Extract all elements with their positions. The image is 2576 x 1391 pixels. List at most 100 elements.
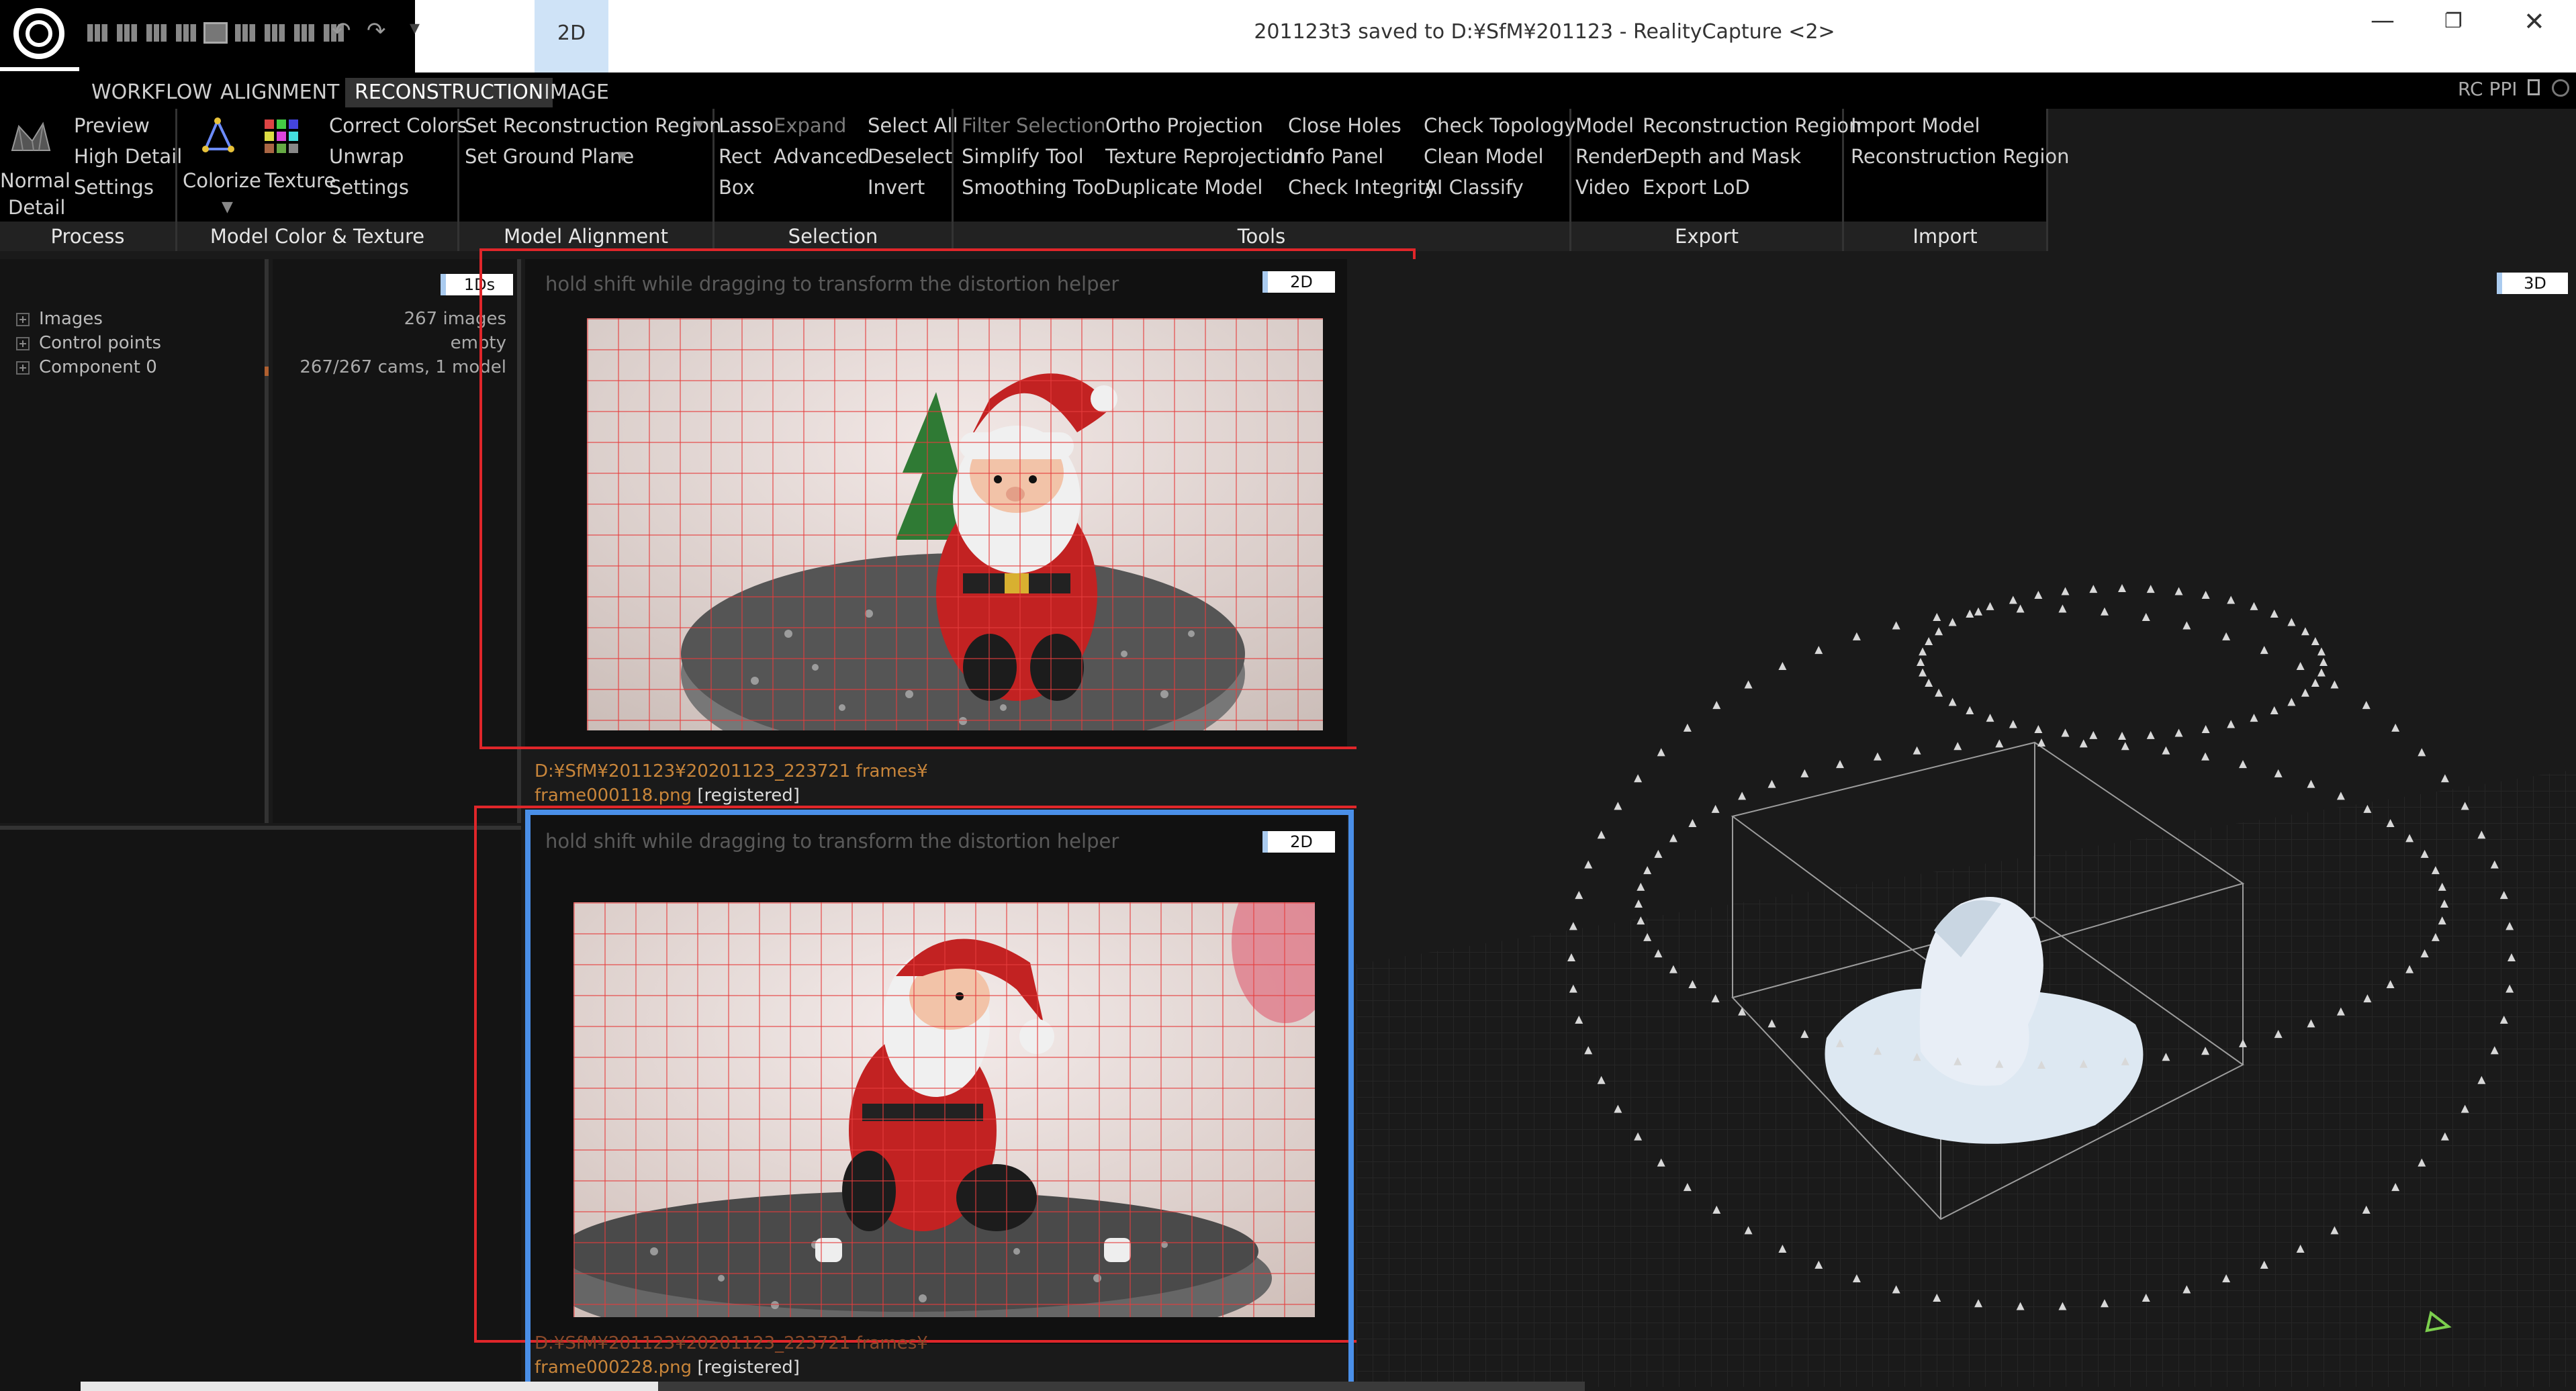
- camera-marker-icon[interactable]: [2182, 621, 2191, 630]
- camera-marker-icon[interactable]: [1935, 627, 1943, 636]
- camera-marker-icon[interactable]: [1657, 748, 1665, 757]
- colorize-button[interactable]: Colorize: [183, 169, 261, 192]
- texture-settings-button[interactable]: Settings: [329, 176, 409, 199]
- texture-reprojection-button[interactable]: Texture Reprojection: [1105, 145, 1305, 168]
- close-button[interactable]: ✕: [2524, 7, 2545, 36]
- camera-marker-icon[interactable]: [1688, 819, 1697, 827]
- camera-marker-icon[interactable]: [2270, 609, 2279, 618]
- camera-marker-icon[interactable]: [1986, 602, 1994, 610]
- tab-reconstruction[interactable]: RECONSTRUCTION: [345, 78, 553, 107]
- camera-marker-icon[interactable]: [1913, 746, 1921, 755]
- camera-marker-icon[interactable]: [2250, 714, 2258, 722]
- filter-selection-button[interactable]: Filter Selection: [962, 114, 1106, 137]
- normal-label[interactable]: Normal: [0, 169, 71, 192]
- layout-6-icon[interactable]: [235, 24, 255, 42]
- camera-marker-icon[interactable]: [1852, 632, 1861, 640]
- camera-marker-icon[interactable]: [1995, 739, 2004, 748]
- camera-marker-icon[interactable]: [2307, 779, 2315, 788]
- camera-marker-icon[interactable]: [1925, 678, 1933, 687]
- viewer-2d-top[interactable]: hold shift while dragging to transform t…: [479, 248, 1416, 749]
- export-lod-button[interactable]: Export LoD: [1643, 176, 1750, 199]
- expand-icon[interactable]: [16, 336, 30, 350]
- camera-marker-icon[interactable]: [2121, 742, 2129, 751]
- camera-marker-icon[interactable]: [1614, 802, 1622, 810]
- image-filename[interactable]: frame000118.png: [535, 785, 692, 806]
- camera-marker-icon[interactable]: [2227, 595, 2236, 604]
- camera-marker-icon[interactable]: [1925, 637, 1933, 646]
- duplicate-model-button[interactable]: Duplicate Model: [1105, 176, 1262, 199]
- camera-marker-icon[interactable]: [2146, 585, 2155, 593]
- camera-marker-icon[interactable]: [1575, 891, 1583, 900]
- texture-icon[interactable]: [262, 117, 302, 154]
- camera-marker-icon[interactable]: [2330, 680, 2339, 689]
- camera-marker-icon[interactable]: [2317, 668, 2326, 677]
- camera-marker-icon[interactable]: [1873, 752, 1882, 761]
- layout-2-icon[interactable]: [117, 24, 137, 42]
- camera-marker-icon[interactable]: [2270, 706, 2279, 715]
- camera-marker-icon[interactable]: [2391, 723, 2400, 732]
- box-button[interactable]: Box: [719, 176, 755, 199]
- camera-marker-icon[interactable]: [1767, 779, 1776, 788]
- camera-marker-icon[interactable]: [2037, 738, 2045, 747]
- ortho-projection-button[interactable]: Ortho Projection: [1105, 114, 1263, 137]
- camera-marker-icon[interactable]: [1744, 680, 1753, 689]
- dropdown-arrow-icon[interactable]: ▼: [694, 118, 704, 132]
- camera-marker-icon[interactable]: [1933, 613, 1941, 622]
- camera-marker-icon[interactable]: [2260, 646, 2268, 655]
- viewer-2d-bottom[interactable]: hold shift while dragging to transform t…: [474, 806, 1408, 1391]
- rc-ppi-label[interactable]: RC PPI: [2458, 78, 2518, 100]
- camera-marker-icon[interactable]: [1953, 742, 1962, 751]
- camera-marker-icon[interactable]: [2174, 587, 2183, 595]
- quick-access-menu-icon[interactable]: ▾: [410, 16, 420, 40]
- process-settings-button[interactable]: Settings: [74, 176, 154, 199]
- camera-marker-icon[interactable]: [2274, 769, 2283, 777]
- view-3d-badge[interactable]: 3D: [2497, 273, 2568, 294]
- camera-marker-icon[interactable]: [1800, 769, 1809, 777]
- layout-7-icon[interactable]: [265, 24, 285, 42]
- camera-marker-icon[interactable]: [2016, 604, 2025, 613]
- tree-item-component[interactable]: Component 0: [16, 357, 157, 377]
- rect-button[interactable]: Rect: [719, 145, 762, 168]
- import-reconstruction-region-button[interactable]: Reconstruction Region: [1851, 145, 2070, 168]
- camera-marker-icon[interactable]: [2301, 627, 2309, 636]
- splitter-marker[interactable]: [265, 367, 269, 376]
- tab-workflow[interactable]: WORKFLOW: [82, 78, 222, 107]
- simplify-tool-button[interactable]: Simplify Tool: [962, 145, 1084, 168]
- camera-marker-icon[interactable]: [2201, 590, 2210, 599]
- camera-marker-icon[interactable]: [1917, 658, 1925, 666]
- camera-marker-icon[interactable]: [1836, 760, 1844, 769]
- camera-marker-icon[interactable]: [2296, 662, 2305, 671]
- camera-marker-icon[interactable]: [2058, 604, 2067, 613]
- advanced-button[interactable]: Advanced: [774, 145, 870, 168]
- camera-marker-icon[interactable]: [2418, 748, 2426, 757]
- camera-marker-icon[interactable]: [2142, 613, 2150, 622]
- set-reconstruction-region-button[interactable]: Set Reconstruction Region: [465, 114, 721, 137]
- camera-marker-icon[interactable]: [2061, 587, 2070, 595]
- camera-marker-icon[interactable]: [2089, 585, 2098, 593]
- camera-marker-icon[interactable]: [2089, 730, 2098, 739]
- camera-marker-icon[interactable]: [1948, 698, 1957, 706]
- camera-marker-icon[interactable]: [2239, 760, 2247, 769]
- viewer-3d[interactable]: 3D: [1356, 259, 2576, 1387]
- camera-marker-icon[interactable]: [1966, 706, 1974, 715]
- layout-4-icon[interactable]: [176, 24, 196, 42]
- scrollbar-track[interactable]: [658, 1382, 1585, 1391]
- camera-marker-icon[interactable]: [2311, 637, 2319, 646]
- camera-marker-icon[interactable]: [1778, 662, 1787, 671]
- camera-marker-icon[interactable]: [1919, 668, 1927, 677]
- camera-marker-icon[interactable]: [1919, 647, 1927, 656]
- check-integrity-button[interactable]: Check Integrity: [1288, 176, 1437, 199]
- camera-marker-icon[interactable]: [1654, 849, 1663, 858]
- clean-model-button[interactable]: Clean Model: [1424, 145, 1544, 168]
- preview-button[interactable]: Preview: [74, 114, 150, 137]
- lasso-button[interactable]: Lasso: [719, 114, 774, 137]
- texture-button[interactable]: Texture: [265, 169, 336, 192]
- layout-3-icon[interactable]: [146, 24, 167, 42]
- select-all-button[interactable]: Select All: [868, 114, 958, 137]
- tab-2d[interactable]: 2D: [535, 0, 608, 73]
- expand-icon[interactable]: [16, 312, 30, 326]
- close-holes-button[interactable]: Close Holes: [1288, 114, 1401, 137]
- camera-marker-icon[interactable]: [1948, 618, 1957, 626]
- camera-marker-icon[interactable]: [2034, 590, 2043, 599]
- camera-marker-icon[interactable]: [1597, 830, 1606, 839]
